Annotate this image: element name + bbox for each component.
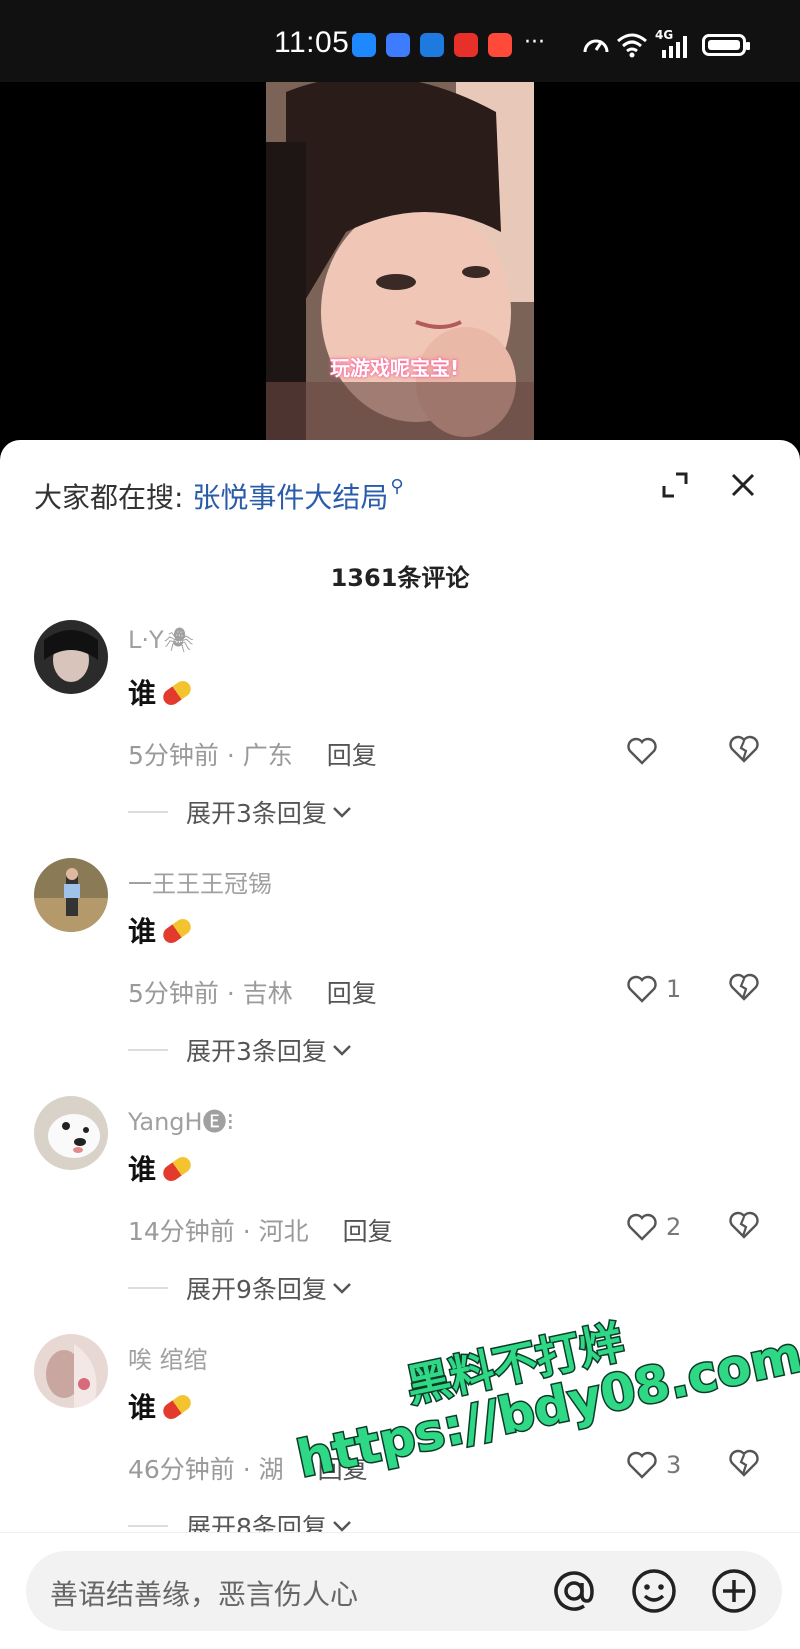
divider-dash (128, 1287, 168, 1289)
reply-button[interactable]: 回复 (327, 741, 377, 770)
signal-app-icon (386, 33, 410, 57)
cellular-signal-icon (662, 36, 687, 58)
like-button[interactable]: 2 (626, 1210, 681, 1244)
like-button[interactable] (626, 734, 666, 768)
add-attachment-icon[interactable] (710, 1567, 758, 1615)
username[interactable]: 一王王王冠锡 (128, 864, 272, 899)
comment-text: 谁 (128, 910, 194, 950)
expand-replies-label: 展开3条回复 (186, 1037, 327, 1066)
search-prefix-label: 大家都在搜: (34, 481, 184, 514)
status-time: 11:05 (274, 26, 350, 59)
comment-meta: 14分钟前 · 河北 回复 (128, 1217, 393, 1246)
video-thumbnail-image (266, 82, 534, 442)
message-app-icon (352, 33, 376, 57)
expand-replies-button[interactable]: 展开3条回复 (128, 794, 353, 830)
comment-location: 广东 (242, 741, 293, 770)
heart-icon (627, 975, 657, 1003)
more-notifications-icon: ··· (524, 30, 545, 55)
search-suggestion[interactable]: 大家都在搜: 张悦事件大结局 ⚲ (34, 476, 404, 516)
comment-time: 14分钟前 (128, 1217, 235, 1246)
video-player[interactable] (0, 82, 800, 442)
comment-meta: 5分钟前 · 吉林 回复 (128, 979, 377, 1008)
chevron-down-icon (333, 1521, 351, 1532)
comment-location: 吉林 (242, 979, 293, 1008)
comment-count: 1361条评论 (330, 564, 470, 592)
comment-input-placeholder: 善语结善缘，恶言伤人心 (50, 1578, 359, 1611)
avatar[interactable] (34, 1096, 108, 1170)
news-app-icon (454, 33, 478, 57)
chevron-down-icon (333, 1283, 351, 1294)
comment-time: 5分钟前 (128, 979, 219, 1008)
comment-item: L·Y🕷 谁 5分钟前 · 广东 回复 展开3条回复 (0, 620, 800, 860)
broken-heart-icon[interactable] (728, 1448, 760, 1478)
video-caption: 玩游戏呢宝宝! (330, 356, 460, 380)
browser-app-icon (420, 33, 444, 57)
close-icon[interactable] (728, 470, 758, 500)
chevron-down-icon (333, 1045, 351, 1056)
reply-button[interactable]: 回复 (327, 979, 377, 1008)
comment-location: 河北 (258, 1217, 309, 1246)
comment-item: 一王王王冠锡 谁 5分钟前 · 吉林 回复 1 展开3条回复 (0, 858, 800, 1098)
broken-heart-icon[interactable] (728, 1210, 760, 1240)
comment-time: 5分钟前 (128, 741, 219, 770)
heart-icon (627, 737, 657, 765)
pill-emoji-icon (160, 1391, 194, 1423)
heart-icon (627, 1213, 657, 1241)
like-count: 3 (666, 1451, 682, 1479)
expand-replies-button[interactable]: 展开3条回复 (128, 1032, 353, 1068)
search-icon: ⚲ (390, 476, 404, 497)
expand-replies-label: 展开9条回复 (186, 1275, 327, 1304)
like-button[interactable]: 1 (626, 972, 681, 1006)
reply-button[interactable]: 回复 (343, 1217, 393, 1246)
pill-emoji-icon (160, 677, 194, 709)
username[interactable]: 唉 绾绾 (128, 1340, 208, 1375)
broken-heart-icon[interactable] (728, 734, 760, 764)
status-bar: 11:05 ··· 4G (0, 0, 800, 82)
like-count: 1 (666, 975, 682, 1003)
broken-heart-icon[interactable] (728, 972, 760, 1002)
comment-input-bar: 善语结善缘，恶言伤人心 (0, 1532, 800, 1649)
username[interactable]: L·Y🕷 (128, 626, 194, 654)
expand-icon[interactable] (660, 470, 690, 500)
like-button[interactable]: 3 (626, 1448, 681, 1482)
comment-text: 谁 (128, 672, 194, 712)
comment-text: 谁 (128, 1386, 194, 1426)
mention-at-icon[interactable] (550, 1567, 598, 1615)
avatar[interactable] (34, 858, 108, 932)
pill-emoji-icon (160, 915, 194, 947)
comment-meta: 5分钟前 · 广东 回复 (128, 741, 377, 770)
video-frame (266, 82, 534, 442)
comment-text: 谁 (128, 1148, 194, 1188)
speed-gauge-icon (583, 39, 609, 53)
avatar[interactable] (34, 1334, 108, 1408)
comment-item: YangH🅔⁝ 谁 14分钟前 · 河北 回复 2 展开9条回复 (0, 1096, 800, 1336)
chevron-down-icon (333, 807, 351, 818)
expand-replies-button[interactable]: 展开9条回复 (128, 1270, 353, 1306)
comment-time: 46分钟前 (128, 1455, 235, 1484)
divider-dash (128, 1525, 168, 1527)
wifi-icon (617, 33, 647, 58)
like-count: 2 (666, 1213, 682, 1241)
shopping-app-icon (488, 33, 512, 57)
heart-icon (627, 1451, 657, 1479)
comment-input[interactable]: 善语结善缘，恶言伤人心 (26, 1551, 782, 1631)
emoji-icon[interactable] (630, 1567, 678, 1615)
battery-icon (702, 34, 750, 56)
divider-dash (128, 1049, 168, 1051)
username[interactable]: YangH🅔⁝ (128, 1102, 234, 1137)
comment-location: 湖 (258, 1455, 284, 1484)
expand-replies-label: 展开3条回复 (186, 799, 327, 828)
divider-dash (128, 811, 168, 813)
avatar[interactable] (34, 620, 108, 694)
search-keyword-link[interactable]: 张悦事件大结局 (192, 481, 388, 514)
pill-emoji-icon (160, 1153, 194, 1185)
